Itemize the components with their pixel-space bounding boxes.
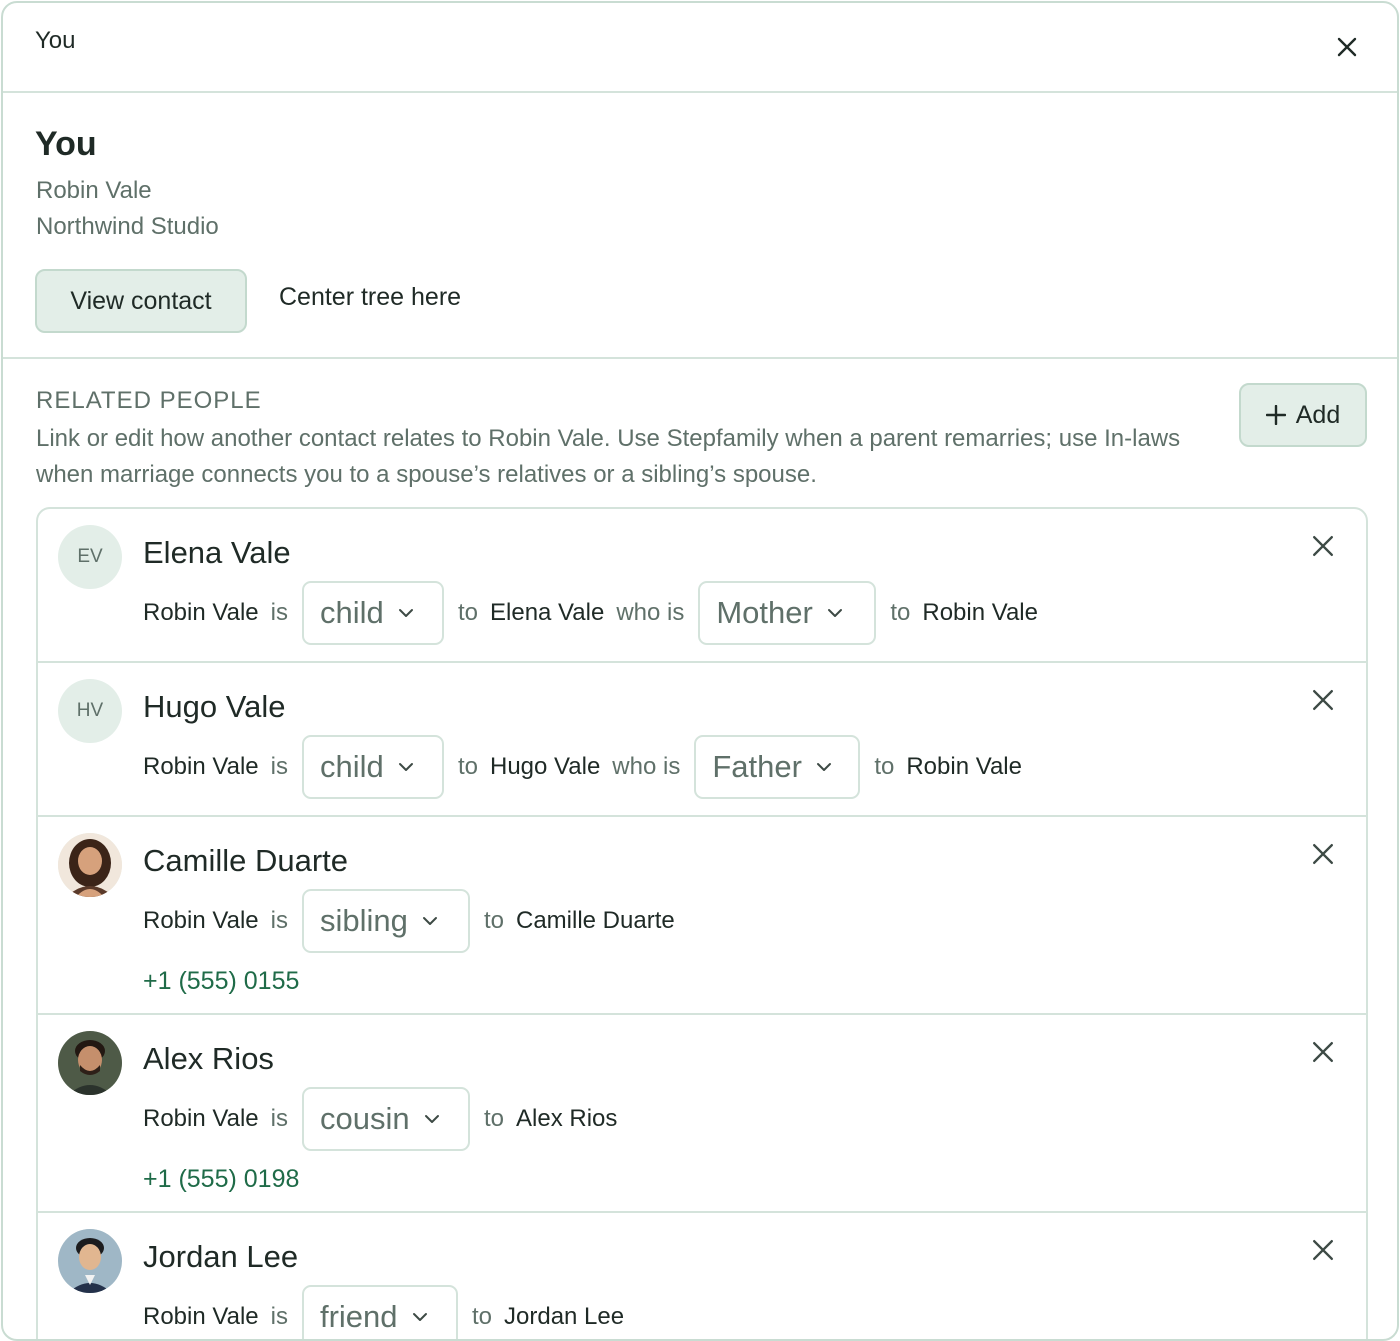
word-to: to [890,599,911,626]
person-name: Camille Duarte [143,843,349,878]
add-label: Add [1295,400,1341,429]
list-item: Jordan Lee Robin Vale is friend to Jorda… [38,1213,1366,1339]
chevron-down-icon [424,1115,439,1123]
remove-icon[interactable] [1312,843,1334,865]
chevron-down-icon [422,917,437,925]
center-tree-button[interactable]: Center tree here [279,283,461,312]
profile-company: Northwind Studio [36,213,219,240]
add-related-button[interactable]: Add [1239,383,1367,447]
list-item: Camille Duarte Robin Vale is sibling to … [38,817,1366,1015]
relationship-row: Robin Vale is sibling to Camille Duarte [143,889,675,953]
relation-select[interactable]: child [301,735,444,799]
list-item: Alex Rios Robin Vale is cousin to Alex R… [38,1015,1366,1213]
relation-value: friend [319,1299,398,1334]
phone-link[interactable]: +1 (555) 0155 [143,967,299,996]
word-to: to [483,1105,504,1132]
word-is: is [270,1105,288,1132]
remove-icon[interactable] [1312,1041,1334,1063]
chevron-down-icon [398,609,413,617]
target-name: Jordan Lee [504,1303,625,1330]
reciprocal-select[interactable]: Father [694,735,861,799]
target-name: Alex Rios [516,1105,618,1132]
word-who-is: who is [616,599,685,626]
word-to: to [471,1303,492,1330]
relation-value: child [319,595,384,630]
self-name: Robin Vale [143,1303,259,1330]
close-button[interactable] [1335,35,1359,59]
person-name: Hugo Vale [143,689,286,724]
chevron-down-icon [827,609,842,617]
profile-heading: You [35,125,97,163]
reciprocal-select[interactable]: Mother [698,581,877,645]
remove-icon[interactable] [1312,535,1334,557]
word-to: to [457,753,478,780]
person-photo-icon [58,1229,122,1293]
target-name: Hugo Vale [490,753,601,780]
plus-icon [1265,405,1286,425]
target-name: Elena Vale [490,599,605,626]
panel-header: You [3,3,1397,93]
word-is: is [270,753,288,780]
person-name: Elena Vale [143,535,291,570]
avatar: EV [58,525,122,589]
self-name: Robin Vale [143,907,259,934]
relationship-row: Robin Vale is friend to Jordan Lee [143,1285,625,1339]
relationship-panel: You You Robin Vale Northwind Studio View… [1,1,1399,1341]
avatar [58,1031,122,1095]
related-people-list: EV Elena Vale Robin Vale is child to Ele… [36,507,1368,1339]
person-name: Jordan Lee [143,1239,299,1274]
relationship-row: Robin Vale is child to Elena Vale who is… [143,581,1038,645]
word-to: to [483,907,504,934]
remove-icon[interactable] [1312,1239,1334,1261]
panel-title: You [35,27,76,54]
relation-value: child [319,749,384,784]
chevron-down-icon [816,763,831,771]
remove-icon[interactable] [1312,689,1334,711]
avatar [58,833,122,897]
reciprocal-value: Mother [716,595,813,630]
chevron-down-icon [412,1313,427,1321]
relation-select[interactable]: friend [301,1285,458,1339]
relation-select[interactable]: sibling [301,889,470,953]
chevron-down-icon [398,763,413,771]
person-photo-icon [58,833,122,897]
person-photo-icon [58,1031,122,1095]
reciprocal-value: Father [712,749,802,784]
word-is: is [270,1303,288,1330]
word-is: is [270,599,288,626]
word-who-is: who is [612,753,681,780]
self-name: Robin Vale [143,753,259,780]
avatar [58,1229,122,1293]
word-to: to [457,599,478,626]
list-item: HV Hugo Vale Robin Vale is child to Hugo… [38,663,1366,817]
word-to: to [874,753,895,780]
relationship-row: Robin Vale is child to Hugo Vale who is … [143,735,1022,799]
word-is: is [270,907,288,934]
relation-select[interactable]: cousin [301,1087,470,1151]
person-name: Alex Rios [143,1041,274,1076]
relation-select[interactable]: child [301,581,444,645]
self-name: Robin Vale [143,599,259,626]
profile-section: You Robin Vale Northwind Studio View con… [3,93,1397,359]
self-name: Robin Vale [922,599,1038,626]
related-heading: RELATED PEOPLE [36,387,262,414]
phone-link[interactable]: +1 (555) 0198 [143,1165,299,1194]
relationship-row: Robin Vale is cousin to Alex Rios [143,1087,617,1151]
close-icon [1337,37,1357,57]
profile-name: Robin Vale [36,177,152,204]
self-name: Robin Vale [906,753,1022,780]
list-item: EV Elena Vale Robin Vale is child to Ele… [38,509,1366,663]
relation-value: sibling [319,903,408,938]
self-name: Robin Vale [143,1105,259,1132]
target-name: Camille Duarte [516,907,675,934]
avatar: HV [58,679,122,743]
relation-value: cousin [319,1101,410,1136]
related-description: Link or edit how another contact relates… [36,425,1181,488]
view-contact-button[interactable]: View contact [35,269,247,333]
